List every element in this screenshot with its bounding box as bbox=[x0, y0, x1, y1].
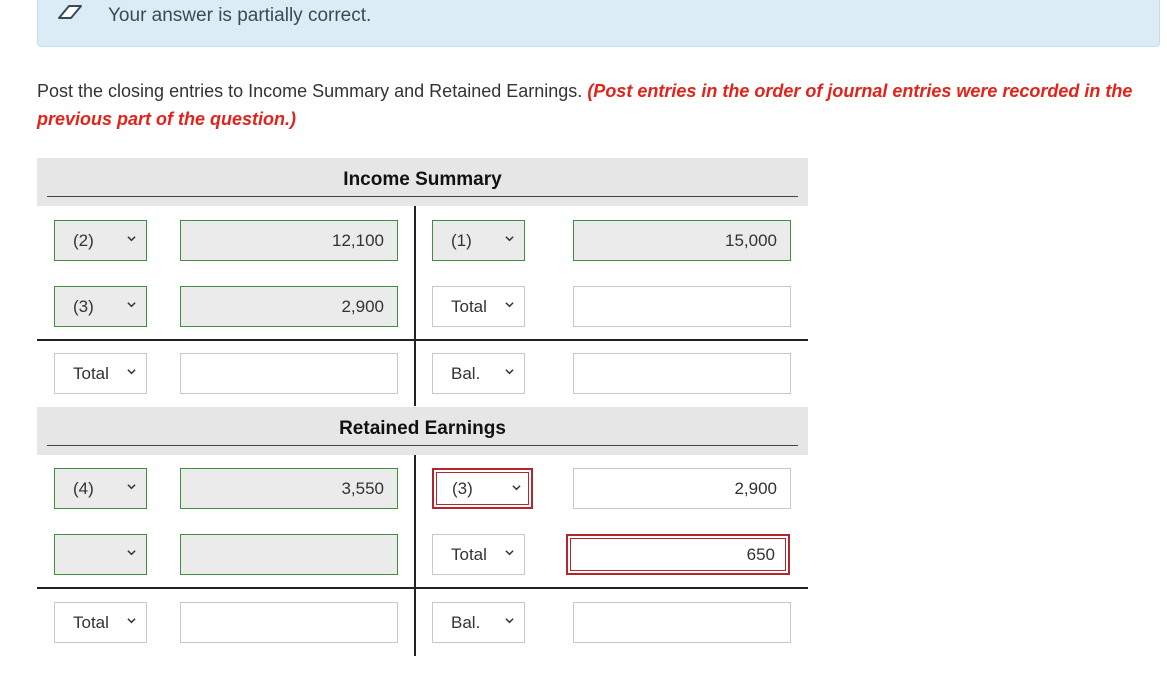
income-summary-debit-ref-1[interactable]: (2) bbox=[54, 220, 147, 261]
income-summary-divider bbox=[414, 206, 416, 406]
income-summary-debit-amount-3[interactable] bbox=[180, 353, 398, 394]
retained-earnings-debit-amount-1[interactable]: 3,550 bbox=[180, 468, 398, 509]
income-summary-title: Income Summary bbox=[343, 169, 502, 190]
eraser-icon bbox=[58, 5, 82, 19]
income-summary-header: Income Summary bbox=[37, 158, 808, 206]
retained-earnings-divider bbox=[414, 455, 416, 656]
income-summary-credit-ref-2[interactable]: Total bbox=[432, 286, 525, 327]
income-summary-credit-amount-3[interactable] bbox=[573, 353, 791, 394]
chevron-down-icon bbox=[505, 618, 514, 624]
instruction-text: Post the closing entries to Income Summa… bbox=[37, 81, 583, 101]
income-summary-debit-ref-2[interactable]: (3) bbox=[54, 286, 147, 327]
retained-earnings-debit-ref-1[interactable]: (4) bbox=[54, 468, 147, 509]
header-underline bbox=[47, 445, 798, 446]
chevron-down-icon bbox=[505, 550, 514, 556]
retained-earnings-credit-amount-3[interactable] bbox=[573, 602, 791, 643]
chevron-down-icon bbox=[127, 369, 136, 375]
retained-earnings-credit-amount-1[interactable]: 2,900 bbox=[573, 468, 791, 509]
retained-earnings-credit-ref-3[interactable]: Bal. bbox=[432, 602, 525, 643]
feedback-banner: Your answer is partially correct. bbox=[37, 0, 1160, 47]
income-summary-debit-ref-3[interactable]: Total bbox=[54, 353, 147, 394]
retained-earnings-credit-amount-2[interactable]: 650 bbox=[566, 534, 790, 575]
feedback-message: Your answer is partially correct. bbox=[108, 5, 372, 26]
chevron-down-icon bbox=[127, 236, 136, 242]
chevron-down-icon bbox=[127, 484, 136, 490]
income-summary-debit-amount-2[interactable]: 2,900 bbox=[180, 286, 398, 327]
instructions: Post the closing entries to Income Summa… bbox=[37, 77, 1147, 133]
retained-earnings-debit-ref-2[interactable] bbox=[54, 534, 147, 575]
chevron-down-icon bbox=[127, 618, 136, 624]
chevron-down-icon bbox=[127, 550, 136, 556]
chevron-down-icon bbox=[505, 302, 514, 308]
chevron-down-icon bbox=[127, 302, 136, 308]
header-underline bbox=[47, 196, 798, 197]
chevron-down-icon bbox=[512, 485, 521, 491]
retained-earnings-debit-ref-3[interactable]: Total bbox=[54, 602, 147, 643]
retained-earnings-title: Retained Earnings bbox=[339, 418, 506, 439]
income-summary-credit-amount-1[interactable]: 15,000 bbox=[573, 220, 791, 261]
retained-earnings-total-line bbox=[37, 587, 808, 589]
income-summary-debit-amount-1[interactable]: 12,100 bbox=[180, 220, 398, 261]
income-summary-credit-ref-1[interactable]: (1) bbox=[432, 220, 525, 261]
chevron-down-icon bbox=[505, 369, 514, 375]
retained-earnings-credit-ref-2[interactable]: Total bbox=[432, 534, 525, 575]
income-summary-credit-ref-3[interactable]: Bal. bbox=[432, 353, 525, 394]
retained-earnings-debit-amount-3[interactable] bbox=[180, 602, 398, 643]
retained-earnings-debit-amount-2[interactable] bbox=[180, 534, 398, 575]
income-summary-credit-amount-2[interactable] bbox=[573, 286, 791, 327]
retained-earnings-credit-ref-1[interactable]: (3) bbox=[432, 468, 533, 509]
retained-earnings-header: Retained Earnings bbox=[37, 407, 808, 455]
chevron-down-icon bbox=[505, 236, 514, 242]
income-summary-total-line bbox=[37, 339, 808, 341]
